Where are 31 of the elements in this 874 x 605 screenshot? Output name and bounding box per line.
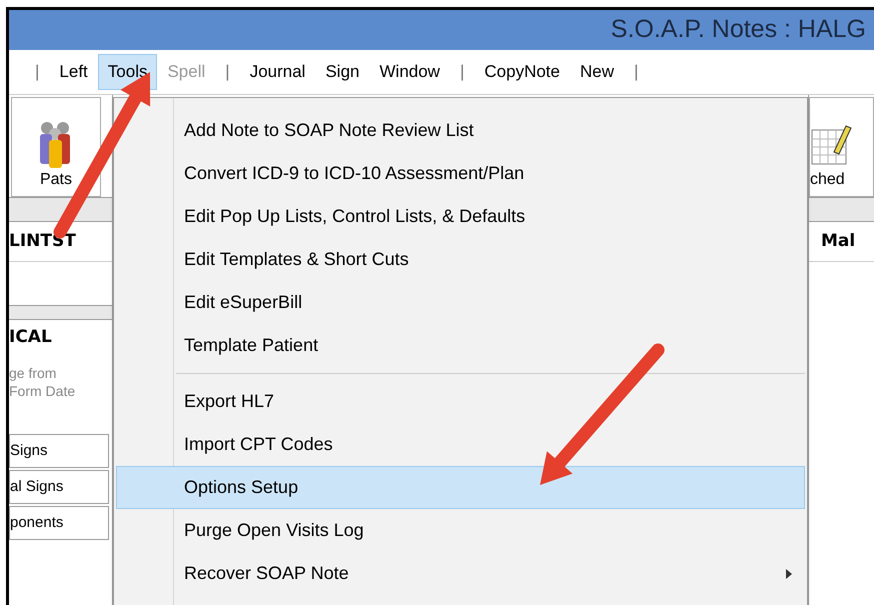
side-button[interactable]: Signs [9,434,109,468]
menu-item[interactable]: Window [370,54,450,90]
menu-option[interactable]: Export HL7 [116,380,805,423]
patient-sex: Mal [821,230,856,253]
section-heading: ICAL [9,326,52,350]
menu-option[interactable]: Import CPT Codes [116,423,805,466]
menu-item[interactable]: Journal [240,54,316,90]
side-button[interactable]: al Signs [9,470,109,504]
menu-option[interactable]: Purge Open Visits Log [116,509,805,552]
menu-separator: | [458,61,466,84]
menu-option[interactable]: Template Patient [116,324,805,367]
window-title: S.O.A.P. Notes : HALG [610,14,866,46]
menu-item[interactable]: CopyNote [474,54,570,90]
menu-option[interactable]: Recover SOAP Note [116,552,805,595]
menu-separator: | [633,61,640,84]
menu-option[interactable]: Edit eSuperBill [116,281,805,324]
menu-item[interactable]: Sign [315,54,370,90]
note-line: Form Date [9,382,76,400]
submenu-arrow-icon [786,568,792,578]
side-button[interactable]: ponents [9,506,109,540]
menu-option[interactable]: Convert ICD-9 to ICD-10 Assessment/Plan [116,152,805,195]
menu-option[interactable]: Edit Pop Up Lists, Control Lists, & Defaults [116,195,805,238]
menu-option[interactable]: Edit Templates & Short Cuts [116,238,805,281]
toolbar-button[interactable]: Pats [11,97,101,197]
menu-item[interactable]: Left [49,54,98,90]
note-line: ge from [9,364,58,382]
toolbar-button[interactable]: ched [809,97,874,197]
menu-item[interactable]: New [570,54,624,90]
menu-separator: | [34,61,40,84]
menu-option[interactable]: Options Setup [116,466,805,509]
menu-separator: | [224,61,231,84]
